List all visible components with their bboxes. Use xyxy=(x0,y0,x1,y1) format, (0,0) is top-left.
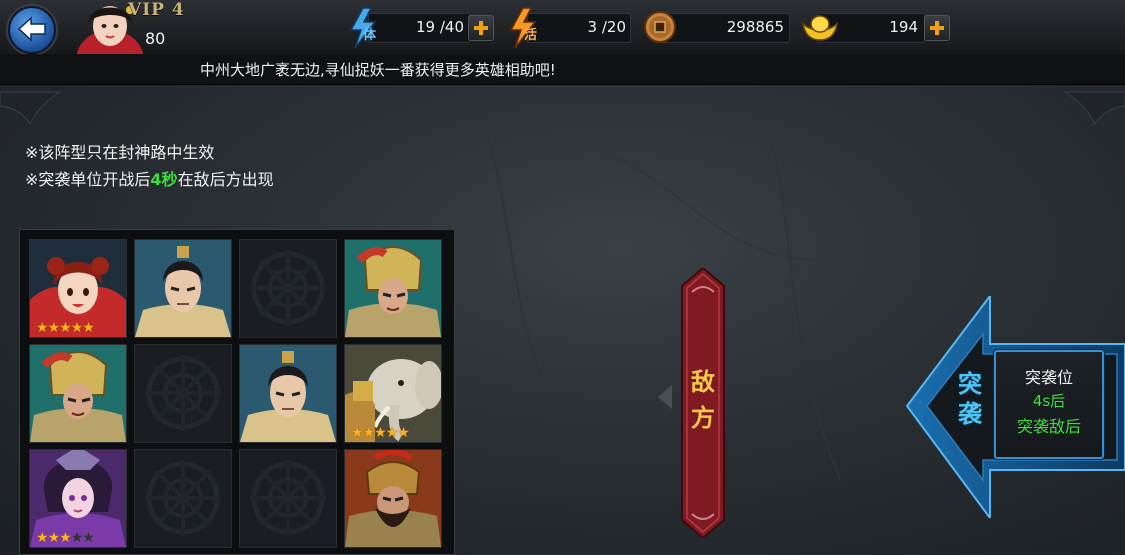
copper-coin-icon xyxy=(644,11,676,43)
star-filled-icon: ★ xyxy=(362,425,376,441)
formation-slot-white-elephant[interactable]: ★★★★★ xyxy=(344,344,442,443)
star-rating: ★★★★★ xyxy=(351,425,410,441)
note-line-1: ※该阵型只在封神路中生效 xyxy=(25,143,215,162)
top-bar: VIP 4 80 体 19 /40 活 3 /20 298865 194 xyxy=(0,0,1125,55)
news-marquee: 中州大地广袤无边,寻仙捉妖一番获得更多英雄相助吧! xyxy=(0,54,1125,85)
star-filled-icon: ★ xyxy=(59,320,72,336)
star-rating: ★★★★★ xyxy=(36,320,95,336)
hero-portrait xyxy=(135,240,231,337)
formation-slot-empty[interactable] xyxy=(239,449,337,548)
formation-slot-armored-general[interactable] xyxy=(344,239,442,338)
hero-portrait xyxy=(345,240,441,337)
star-filled-icon: ★ xyxy=(36,530,49,546)
left-corner-ornament xyxy=(0,91,62,126)
back-button[interactable] xyxy=(8,6,56,54)
star-filled-icon: ★ xyxy=(351,425,364,441)
raid-slot[interactable]: 突袭位 4s后 突袭敌后 xyxy=(994,350,1104,459)
formation-notes: ※该阵型只在封神路中生效 ※突袭单位开战后4秒在敌后方出现 xyxy=(25,139,274,193)
star-filled-icon: ★ xyxy=(82,320,95,336)
add-ingot-button[interactable] xyxy=(924,15,950,41)
raid-char-1: 突 xyxy=(958,370,982,398)
formation-slot-empty[interactable] xyxy=(134,344,232,443)
back-arrow-icon xyxy=(17,16,46,42)
coin-value: 298865 xyxy=(726,18,784,36)
raid-slot-desc: 突袭敌后 xyxy=(1016,417,1081,436)
star-filled-icon: ★ xyxy=(397,425,410,441)
hero-portrait xyxy=(345,450,441,547)
formation-slot-armored-general[interactable] xyxy=(29,344,127,443)
star-filled-icon: ★ xyxy=(374,425,387,441)
star-empty-icon: ★ xyxy=(70,530,84,546)
formation-slot-red-haired-girl[interactable]: ★★★★★ xyxy=(29,239,127,338)
star-filled-icon: ★ xyxy=(47,530,61,546)
note-line-2: ※突袭单位开战后4秒在敌后方出现 xyxy=(25,166,274,193)
star-filled-icon: ★ xyxy=(36,320,49,336)
banner-arrow-notch xyxy=(658,385,672,409)
formation-slot-bearded-warlord[interactable] xyxy=(344,449,442,548)
star-empty-icon: ★ xyxy=(82,530,95,546)
vigor-value: 3 /20 xyxy=(587,18,626,36)
raid-char-2: 袭 xyxy=(958,400,982,428)
enemy-label-char-1: 敌 xyxy=(691,368,715,396)
vip-level: VIP 4 xyxy=(128,0,185,20)
star-filled-icon: ★ xyxy=(59,530,72,546)
enemy-label-char-2: 方 xyxy=(691,404,715,432)
note-line-2-highlight: 4秒 xyxy=(150,170,178,189)
raid-slot-time: 4s后 xyxy=(1032,392,1066,410)
add-stamina-button[interactable] xyxy=(468,15,494,41)
formation-grid: ★★★★★ ★★★★★ ★★★★★ xyxy=(19,229,455,555)
formation-slot-young-warrior[interactable] xyxy=(134,239,232,338)
note-line-2-prefix: ※突袭单位开战后 xyxy=(25,170,151,189)
hero-portrait xyxy=(240,345,336,442)
marquee-text: 中州大地广袤无边,寻仙捉妖一番获得更多英雄相助吧! xyxy=(200,61,556,79)
ingot-value: 194 xyxy=(889,18,918,36)
star-filled-icon: ★ xyxy=(47,320,61,336)
formation-slot-purple-sorceress[interactable]: ★★★★★ xyxy=(29,449,127,548)
formation-slot-young-warrior[interactable] xyxy=(239,344,337,443)
raid-slot-title: 突袭位 xyxy=(1024,368,1073,387)
hero-portrait xyxy=(30,345,126,442)
star-rating: ★★★★★ xyxy=(36,530,95,546)
star-filled-icon: ★ xyxy=(385,425,399,441)
stamina-label: 体 xyxy=(363,28,377,43)
player-level: 80 xyxy=(145,29,166,48)
enemy-label: 敌 方 xyxy=(680,364,726,436)
note-line-2-suffix: 在敌后方出现 xyxy=(177,170,274,189)
vigor-label: 活 xyxy=(524,28,538,43)
star-filled-icon: ★ xyxy=(70,320,84,336)
formation-slot-empty[interactable] xyxy=(134,449,232,548)
stamina-value: 19 /40 xyxy=(416,18,464,36)
right-corner-ornament xyxy=(1063,91,1125,126)
formation-slot-empty[interactable] xyxy=(239,239,337,338)
raid-arrow-label: 突 袭 xyxy=(955,369,985,429)
